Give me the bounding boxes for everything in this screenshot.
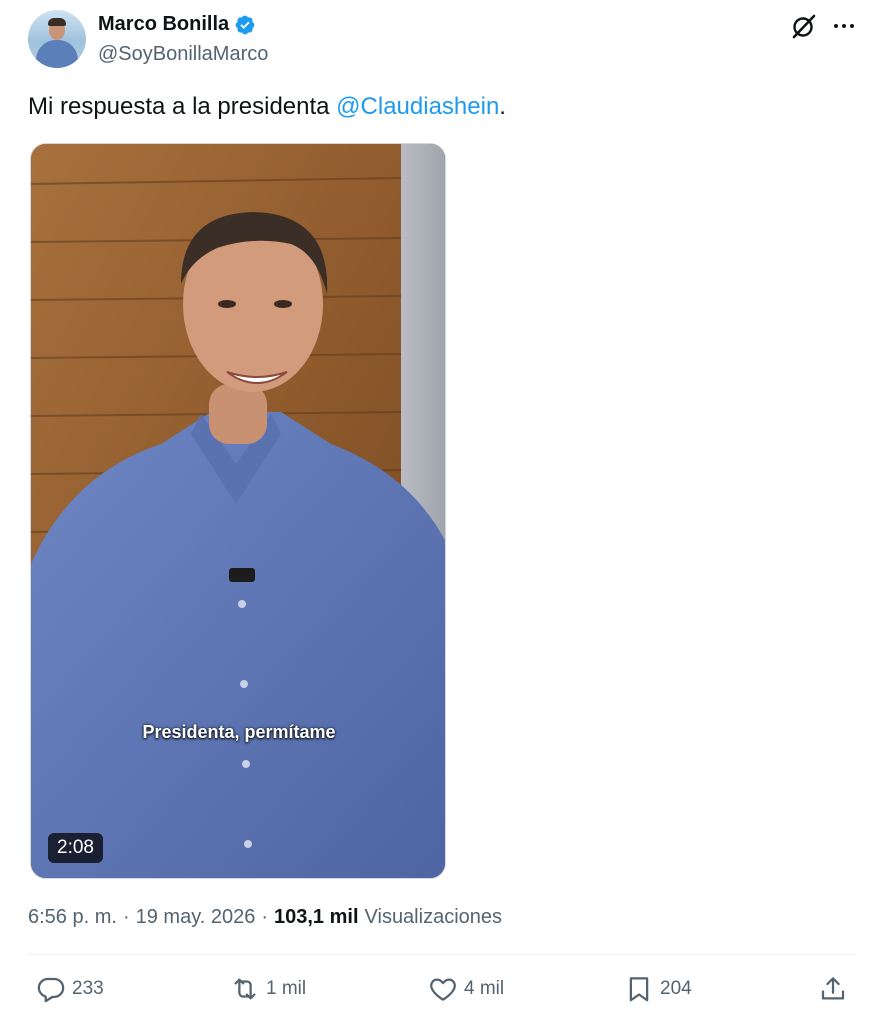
tweet-text-body: Mi respuesta a la presidenta [28, 93, 337, 120]
video-duration-badge: 2:08 [48, 833, 103, 863]
author-name-row: Marco Bonilla [98, 13, 256, 36]
reply-button[interactable]: 233 [36, 974, 104, 1004]
avatar[interactable] [28, 10, 86, 68]
post-date[interactable]: 19 may. 2026 [136, 906, 256, 929]
divider [28, 954, 856, 955]
bookmark-count: 204 [660, 978, 692, 999]
meta-separator: · [261, 906, 268, 928]
repost-count: 1 mil [266, 978, 307, 999]
mention-link[interactable]: @Claudiashein [336, 93, 499, 120]
reply-count: 233 [72, 978, 104, 999]
video-caption: Presidenta, permítame [142, 722, 336, 742]
views-count: 103,1 mil [274, 906, 359, 928]
tweet-text-end: . [499, 93, 506, 120]
author-handle[interactable]: @SoyBonillaMarco [98, 43, 268, 66]
bookmark-icon [629, 977, 649, 1002]
verified-badge-icon [235, 15, 255, 34]
meta-separator: · [122, 906, 130, 928]
bookmark-button[interactable]: 204 [624, 974, 692, 1004]
tweet-text: Mi respuesta a la presidenta @Claudiashe… [28, 93, 506, 121]
repost-button[interactable]: 1 mil [230, 974, 306, 1004]
video-frame [31, 144, 445, 878]
author-name[interactable]: Marco Bonilla [98, 13, 229, 36]
repost-icon [234, 978, 256, 1000]
like-button[interactable]: 4 mil [428, 974, 504, 1004]
share-button[interactable] [818, 974, 854, 1004]
share-icon [821, 977, 845, 1000]
post-time[interactable]: 6:56 p. m. [28, 906, 117, 929]
views-label: Visualizaciones [364, 906, 503, 928]
tweet-metadata: 6:56 p. m. · 19 may. 2026 · 103,1 mil Vi… [28, 906, 502, 929]
like-count: 4 mil [464, 978, 505, 999]
more-options-icon[interactable] [830, 12, 858, 40]
reply-icon [37, 977, 65, 1003]
video-player[interactable]: Presidenta, permítame 2:08 [30, 143, 446, 879]
grok-icon[interactable] [790, 12, 818, 40]
tweet-card: Marco Bonilla @SoyBonillaMarco Mi respue… [0, 0, 896, 1024]
heart-icon [430, 978, 456, 1001]
